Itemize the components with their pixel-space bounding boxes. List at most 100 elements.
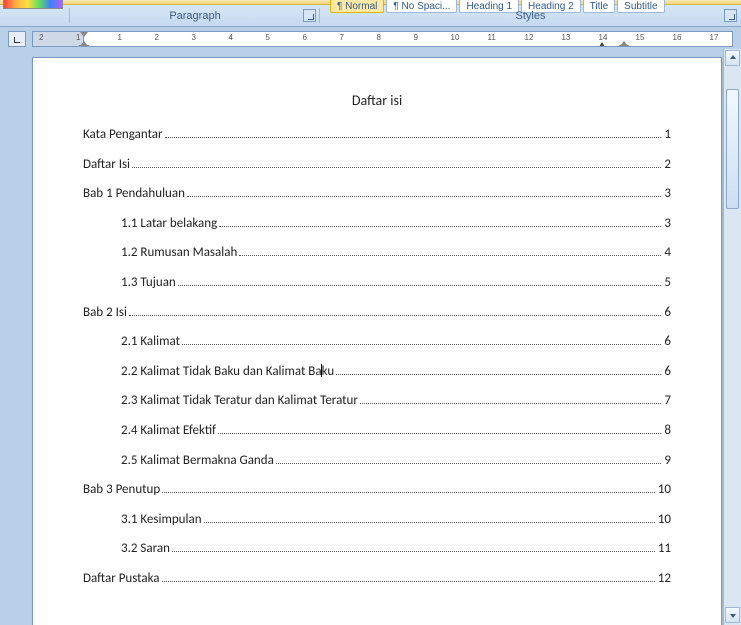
toc-entry[interactable]: 1.3 Tujuan 5: [83, 275, 671, 291]
toc-entry-text: Daftar Isi: [83, 157, 130, 173]
ruler-area: 21123456789101112131415161718: [0, 27, 741, 49]
toc-entry-page: 8: [663, 423, 671, 439]
toc-entry-page: 10: [657, 482, 671, 498]
toc-entry-text: 2.2 Kalimat Tidak Baku dan Kalimat Baku: [121, 364, 334, 380]
toc-entry[interactable]: 2.4 Kalimat Efektif 8: [83, 423, 671, 439]
toc-entry[interactable]: Daftar Pustaka 12: [83, 571, 671, 587]
toc-leader: [239, 255, 661, 256]
toc-entry[interactable]: 1.2 Rumusan Masalah 4: [83, 245, 671, 261]
toc-entry-page: 4: [663, 245, 671, 261]
toc-leader: [162, 581, 655, 582]
toc-entry-page: 6: [663, 364, 671, 380]
ruler-tick: 15: [636, 33, 645, 42]
toc-entry[interactable]: Bab 1 Pendahuluan 3: [83, 186, 671, 202]
toc-entry[interactable]: 2.5 Kalimat Bermakna Ganda 9: [83, 453, 671, 469]
toc-entry-text: 1.2 Rumusan Masalah: [121, 245, 237, 261]
page[interactable]: Daftar isi Kata Pengantar 1 Daftar Isi 2 Bab…: [32, 57, 722, 625]
toc-entry[interactable]: Kata Pengantar 1: [83, 127, 671, 143]
scroll-thumb[interactable]: [726, 89, 739, 209]
ruler-tick: 6: [303, 33, 307, 42]
ruler-tick: 10: [451, 33, 460, 42]
ruler-neg-tick: 2: [39, 33, 43, 42]
toc-leader: [187, 196, 661, 197]
toc-entry-text: 3.1 Kesimpulan: [121, 512, 202, 528]
tab-stop-icon[interactable]: [599, 40, 606, 47]
styles-section: Styles: [320, 5, 741, 26]
toc-entry-page: 2: [663, 157, 671, 173]
toc-list: Kata Pengantar 1 Daftar Isi 2 Bab 1 Pendahul…: [83, 127, 671, 587]
ruler-tick: 3: [192, 33, 196, 42]
toc-entry-page: 9: [663, 453, 671, 469]
toc-entry-page: 11: [657, 541, 671, 557]
ribbon-spacer: [0, 5, 70, 26]
ruler-tick: 8: [377, 33, 381, 42]
toc-entry-text: Bab 1 Pendahuluan: [83, 186, 185, 202]
toc-entry-text: 1.1 Latar belakang: [121, 216, 217, 232]
toc-entry-page: 3: [663, 216, 671, 232]
ruler-tick: 13: [562, 33, 571, 42]
toc-entry-page: 5: [663, 275, 671, 291]
toc-entry-text: 2.4 Kalimat Efektif: [121, 423, 216, 439]
ruler-tick: 17: [710, 33, 719, 42]
toc-entry[interactable]: 2.3 Kalimat Tidak Teratur dan Kalimat Te…: [83, 393, 671, 409]
toc-leader: [162, 492, 655, 493]
toc-entry-page: 6: [663, 305, 671, 321]
toc-leader: [218, 433, 661, 434]
toc-entry-page: 3: [663, 186, 671, 202]
toc-entry-page: 12: [657, 571, 671, 587]
toc-entry-text: 2.1 Kalimat: [121, 334, 180, 350]
toc-leader: [336, 374, 661, 375]
toc-entry-text: 3.2 Saran: [121, 541, 170, 557]
vertical-scrollbar[interactable]: [723, 49, 741, 625]
document-area[interactable]: Daftar isi Kata Pengantar 1 Daftar Isi 2 Bab…: [0, 49, 741, 625]
toc-entry-text: 1.3 Tujuan: [121, 275, 176, 291]
toc-entry[interactable]: Daftar Isi 2: [83, 157, 671, 173]
toc-entry[interactable]: 3.1 Kesimpulan 10: [83, 512, 671, 528]
paragraph-dialog-launcher-icon[interactable]: [303, 9, 316, 22]
toc-leader: [165, 137, 662, 138]
toc-leader: [172, 551, 655, 552]
ruler-tick: 16: [673, 33, 682, 42]
toc-leader: [182, 344, 661, 345]
toc-entry-text: Kata Pengantar: [83, 127, 163, 143]
ruler-tick: 9: [414, 33, 418, 42]
toc-entry[interactable]: 1.1 Latar belakang 3: [83, 216, 671, 232]
toc-entry[interactable]: 3.2 Saran 11: [83, 541, 671, 557]
horizontal-ruler[interactable]: 21123456789101112131415161718: [32, 31, 733, 47]
scroll-up-button[interactable]: [725, 50, 740, 66]
scroll-down-button[interactable]: [725, 607, 740, 623]
toc-entry[interactable]: Bab 2 Isi 6: [83, 305, 671, 321]
toc-entry-text: Bab 3 Penutup: [83, 482, 160, 498]
ruler-tick: 4: [229, 33, 233, 42]
toc-entry-text: Bab 2 Isi: [83, 305, 127, 321]
ruler-tick: 12: [525, 33, 534, 42]
toc-entry-page: 10: [657, 512, 671, 528]
toc-leader: [178, 285, 662, 286]
toc-title: Daftar isi: [83, 92, 671, 109]
toc-entry-page: 7: [663, 393, 671, 409]
toc-leader: [204, 522, 655, 523]
ruler-tick: 11: [488, 33, 496, 42]
paragraph-section: Paragraph: [70, 5, 320, 26]
ribbon-section-labels: Paragraph Styles: [0, 5, 741, 27]
ruler-tick: 5: [266, 33, 270, 42]
toc-entry-page: 6: [663, 334, 671, 350]
toc-entry-text: 2.5 Kalimat Bermakna Ganda: [121, 453, 274, 469]
toc-entry[interactable]: 2.1 Kalimat 6: [83, 334, 671, 350]
ruler-tick: 2: [155, 33, 159, 42]
text-cursor: [321, 364, 322, 377]
toc-entry-text: Daftar Pustaka: [83, 571, 160, 587]
styles-section-label: Styles: [516, 10, 546, 22]
paragraph-section-label: Paragraph: [169, 10, 220, 22]
toc-entry[interactable]: Bab 3 Penutup 10: [83, 482, 671, 498]
toc-leader: [129, 315, 661, 316]
toc-entry[interactable]: 2.2 Kalimat Tidak Baku dan Kalimat Baku 6: [83, 364, 671, 380]
toc-leader: [276, 463, 662, 464]
styles-dialog-launcher-icon[interactable]: [724, 9, 737, 22]
tab-selector-icon[interactable]: [8, 31, 26, 47]
toc-leader: [132, 167, 661, 168]
toc-leader: [360, 403, 662, 404]
ruler-tick: 1: [118, 33, 122, 42]
ruler-tick: 7: [340, 33, 344, 42]
toc-entry-page: 1: [663, 127, 671, 143]
